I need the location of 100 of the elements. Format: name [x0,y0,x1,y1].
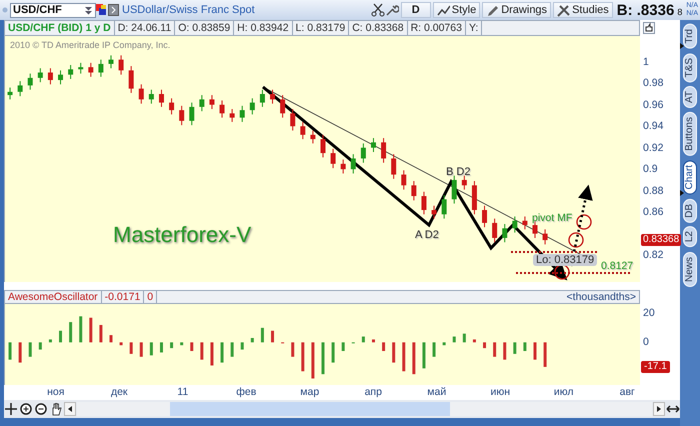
axis-tick-label: 0.9 [643,163,658,176]
oscillator-bar [342,342,345,351]
time-axis-label: фев [235,385,258,400]
ohlc-field: Y: [466,21,482,35]
price-candle [280,94,286,118]
scissors-icon[interactable] [370,3,385,17]
side-tab[interactable]: L2 [683,226,697,248]
oscillator-bar [523,342,526,351]
side-tab[interactable]: Trd [683,24,697,49]
price-candle [220,100,225,118]
axis-tick-label: 0.88 [643,184,664,197]
side-tab[interactable]: DB [683,198,697,222]
price-candle [381,138,386,164]
price-candle [411,180,416,201]
oscillator-bar [291,342,294,357]
price-candle [250,98,255,115]
axis-tick-label: 1 [643,56,649,68]
axis-tick-label: 0.96 [643,98,664,111]
price-candle [522,216,528,230]
oscillator-bar [462,334,466,342]
price-candle [330,148,336,169]
price-candle [240,105,245,122]
oscillator-bar [230,342,234,357]
oscillator-bar [362,336,365,342]
time-axis-label: май [426,385,448,400]
oscillator-bar [372,339,375,342]
oscillator-bar [332,342,335,363]
oscillator-bar [180,342,184,346]
oscillator-bar [99,324,102,342]
oscillator-bar [210,342,214,366]
side-tab[interactable]: Chart [683,160,697,195]
ohlc-field: O: 0.83859 [175,21,234,35]
side-tab[interactable]: AT [683,86,697,108]
oscillator-bar [110,335,112,342]
side-tab[interactable]: T&S [683,52,697,82]
oscillator-bar [452,336,456,342]
price-candle [320,134,326,158]
wave-label: A D2 [415,229,439,241]
scrollbar-thumb[interactable] [170,402,450,416]
price-candle [158,89,164,108]
price-candle [340,159,346,174]
price-candle [421,191,426,215]
price-candle [108,54,114,69]
oscillator-bar [150,342,153,356]
time-axis-label: авг [618,385,636,400]
style-button[interactable]: Style [432,2,480,18]
oscillator-bar [260,328,264,342]
axis-tick-label: 0.86 [643,206,664,218]
double-caret-icon[interactable] [84,6,93,14]
symbol-field[interactable]: USD/CHF [10,2,96,18]
wrench-icon[interactable] [384,3,399,17]
oscillator-bar [190,342,194,351]
oscillator-bar [472,339,476,342]
oscillator-bar [200,342,204,360]
side-tab[interactable]: Buttons [683,112,697,156]
oscillator-bar [220,342,224,363]
last-price-badge: 0.83368 [641,234,682,246]
price-candle [38,68,43,83]
oscillator-bar [513,342,516,354]
axis-tick-label: 0.92 [643,142,664,154]
drawings-button[interactable]: Drawings [482,2,552,18]
zoom-out-icon[interactable] [34,402,48,416]
oscillator-bar [402,342,406,372]
price-candle [48,68,53,85]
wave-label: B D2 [446,166,470,178]
price-candle [230,108,235,122]
pointer-icon [680,43,684,49]
instrument-description: USDollar/Swiss Franc Spot [122,4,255,16]
side-tab[interactable]: News [683,252,697,287]
period-button[interactable]: D [400,2,431,18]
crosshair-icon[interactable] [4,402,18,416]
time-axis-label: мар [299,385,320,400]
oscillator-bar [69,322,72,342]
price-candle [310,130,316,144]
price-candle [432,205,437,220]
price-candle [169,98,174,115]
studies-button[interactable]: Studies [553,2,613,18]
scroll-right-icon[interactable] [653,402,665,416]
oscillator-bar [534,342,536,360]
price-candle [148,89,154,104]
color-squares-icon[interactable] [96,4,108,16]
oscillator-bar [120,342,123,346]
axis-tick-label: 0 [643,336,649,348]
ohlc-field: H: 0.83942 [234,21,293,35]
time-axis-label: июн [489,385,512,400]
zoom-in-icon[interactable] [19,402,33,416]
price-candle [512,216,518,234]
oscillator-bar [130,342,133,354]
scroll-left-icon[interactable] [64,402,76,416]
oscillator-bar [38,342,42,350]
level-label: 0.8127 [601,260,634,272]
price-candle [58,70,64,85]
oscillator-bar [48,339,52,342]
oscillator-bar [271,330,274,342]
oscillator-bar [89,318,92,342]
time-axis-label: июл [552,385,575,400]
oscillator-bar [432,342,436,357]
price-candle [78,62,84,74]
oscillator-bar [493,342,496,357]
study-value: -0.0171 [102,291,144,303]
